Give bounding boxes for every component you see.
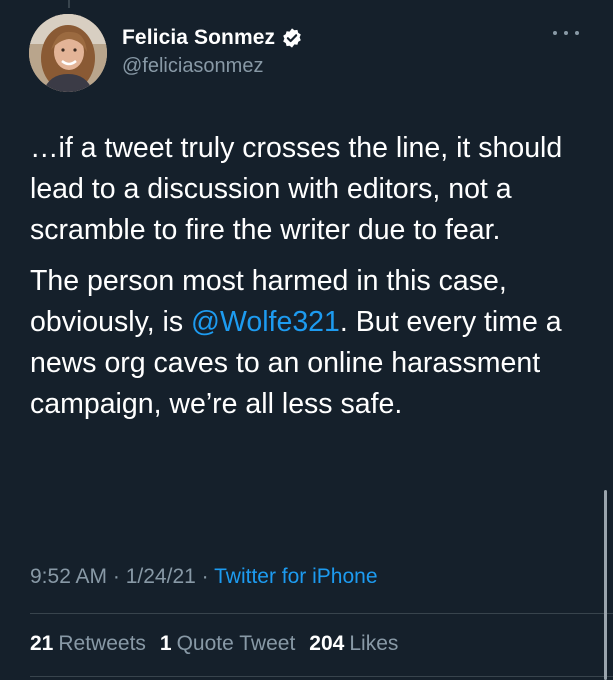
tweet-paragraph-1: …if a tweet truly crosses the line, it s… — [30, 132, 563, 246]
quote-tweets-count: 1 — [159, 632, 172, 655]
avatar-photo — [29, 14, 107, 92]
tweet-meta: 9:52 AM · 1/24/21 · Twitter for iPhone — [30, 565, 378, 589]
tweet-date[interactable]: 1/24/21 — [126, 565, 196, 588]
mention-link[interactable]: @Wolfe321 — [191, 306, 340, 338]
likes-label: Likes — [349, 632, 399, 655]
more-dot — [553, 31, 557, 35]
display-name[interactable]: Felicia Sonmez — [122, 26, 275, 50]
name-row: Felicia Sonmez — [122, 24, 303, 52]
tweet-paragraph-2: The person most harmed in this case, obv… — [30, 261, 590, 425]
retweets-label: Retweets — [58, 632, 146, 655]
likes-count: 204 — [309, 632, 345, 655]
more-dot — [564, 31, 568, 35]
avatar[interactable] — [29, 14, 107, 92]
divider — [30, 613, 613, 614]
more-horizontal-icon[interactable] — [553, 27, 579, 39]
retweets-stat[interactable]: 21 Retweets — [30, 632, 146, 656]
meta-separator: · — [195, 565, 215, 588]
engagement-stats: 21 Retweets 1 Quote Tweet 204 Likes — [30, 632, 398, 656]
tweet-header: Felicia Sonmez @feliciasonmez — [0, 0, 613, 110]
tweet-text: …if a tweet truly crosses the line, it s… — [30, 128, 590, 425]
tweet-time[interactable]: 9:52 AM — [30, 565, 107, 588]
meta-separator: · — [107, 565, 126, 588]
quote-tweets-label: Quote Tweet — [176, 632, 296, 655]
quote-tweets-stat[interactable]: 1 Quote Tweet — [160, 632, 295, 656]
verified-badge-icon — [283, 28, 301, 48]
scrollbar[interactable] — [604, 490, 607, 680]
divider — [30, 676, 613, 677]
retweets-count: 21 — [30, 632, 54, 655]
tweet-source-link[interactable]: Twitter for iPhone — [214, 565, 377, 588]
more-dot — [575, 31, 579, 35]
likes-stat[interactable]: 204 Likes — [309, 632, 398, 656]
handle[interactable]: @feliciasonmez — [122, 55, 263, 78]
